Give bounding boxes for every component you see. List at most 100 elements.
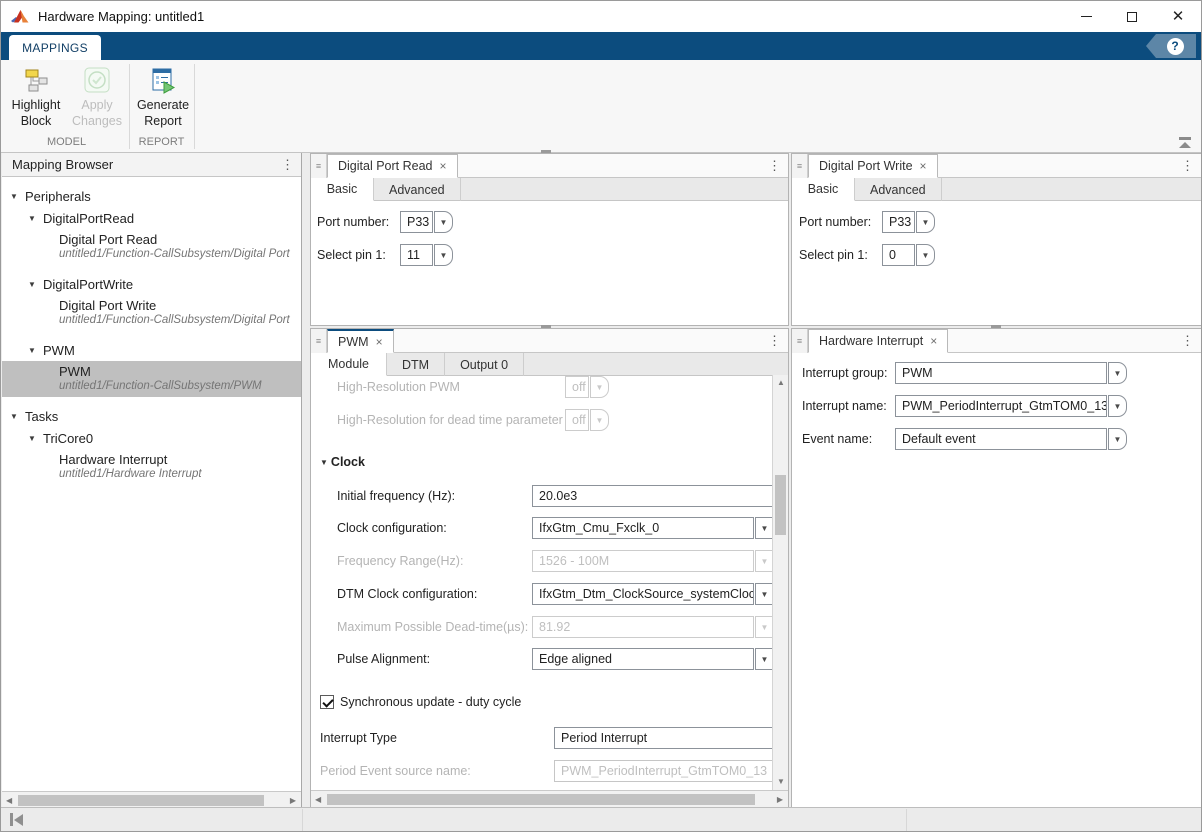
tree-node-tasks[interactable]: ▼Tasks bbox=[2, 405, 301, 427]
splitter-handle[interactable] bbox=[541, 325, 551, 328]
expander-icon[interactable]: ▼ bbox=[28, 346, 37, 355]
hr-pwm-dropdown: off ▼ bbox=[565, 376, 609, 398]
highlight-block-button[interactable]: Highlight Block bbox=[7, 63, 65, 135]
status-divider bbox=[302, 809, 303, 831]
select-pin-dropdown[interactable]: 0 ▼ bbox=[882, 244, 935, 266]
drag-handle-icon[interactable]: ≡ bbox=[311, 329, 327, 353]
group-label-report: REPORT bbox=[129, 136, 194, 148]
scroll-right-icon[interactable]: ▶ bbox=[777, 796, 783, 804]
tab-pwm[interactable]: PWM × bbox=[327, 329, 394, 353]
tab-close-icon[interactable]: × bbox=[440, 159, 447, 173]
tree-node-digitalportwrite[interactable]: ▼DigitalPortWrite bbox=[2, 273, 301, 295]
tab-mappings[interactable]: MAPPINGS bbox=[9, 35, 101, 60]
scroll-up-icon[interactable]: ▲ bbox=[777, 379, 785, 387]
event-name-dropdown[interactable]: Default event ▼ bbox=[895, 428, 1127, 450]
scroll-right-icon[interactable]: ▶ bbox=[290, 797, 296, 805]
scrollbar-thumb[interactable] bbox=[18, 795, 264, 806]
dock-left-icon[interactable] bbox=[10, 813, 26, 826]
tab-digital-port-read[interactable]: Digital Port Read × bbox=[327, 154, 458, 178]
dropdown-arrow-icon[interactable]: ▼ bbox=[916, 244, 935, 266]
browser-menu-kebab-icon[interactable]: ⋮ bbox=[281, 157, 294, 173]
tree-leaf-digital-port-read[interactable]: Digital Port Read untitled1/Function-Cal… bbox=[2, 229, 301, 265]
subtab-advanced[interactable]: Advanced bbox=[374, 178, 461, 201]
panel-menu-kebab-icon[interactable]: ⋮ bbox=[1181, 158, 1194, 174]
tab-close-icon[interactable]: × bbox=[920, 159, 927, 173]
tree-leaf-label: Hardware Interrupt bbox=[59, 452, 301, 467]
maximize-button[interactable] bbox=[1109, 1, 1155, 32]
tree-leaf-hardware-interrupt[interactable]: Hardware Interrupt untitled1/Hardware In… bbox=[2, 449, 301, 485]
dropdown-arrow-icon[interactable]: ▼ bbox=[1108, 395, 1127, 417]
close-button[interactable]: ✕ bbox=[1155, 1, 1201, 32]
pwm-horizontal-scrollbar[interactable]: ◀ ▶ bbox=[311, 790, 788, 807]
section-expander-icon[interactable]: ▼ bbox=[320, 458, 328, 467]
status-bar bbox=[1, 807, 1201, 831]
panel-menu-kebab-icon[interactable]: ⋮ bbox=[768, 333, 781, 349]
splitter-handle[interactable] bbox=[541, 150, 551, 153]
tree-node-digitalportread[interactable]: ▼DigitalPortRead bbox=[2, 207, 301, 229]
panel-menu-kebab-icon[interactable]: ⋮ bbox=[768, 158, 781, 174]
tab-close-icon[interactable]: × bbox=[930, 334, 937, 348]
scroll-left-icon[interactable]: ◀ bbox=[6, 797, 12, 805]
port-number-dropdown[interactable]: P33 ▼ bbox=[882, 211, 935, 233]
sync-update-checkbox[interactable] bbox=[320, 695, 334, 709]
browser-horizontal-scrollbar[interactable]: ◀ ▶ bbox=[2, 791, 301, 808]
interrupt-type-input[interactable]: Period Interrupt bbox=[554, 727, 774, 749]
dtm-clock-configuration-dropdown[interactable]: IfxGtm_Dtm_ClockSource_systemClock ▼ bbox=[532, 583, 774, 605]
tree-leaf-pwm-selected[interactable]: PWM untitled1/Function-CallSubsystem/PWM bbox=[2, 361, 301, 397]
toolbar-separator bbox=[194, 64, 195, 149]
scroll-left-icon[interactable]: ◀ bbox=[315, 796, 321, 804]
dropdown-arrow-icon[interactable]: ▼ bbox=[916, 211, 935, 233]
clock-configuration-dropdown[interactable]: IfxGtm_Cmu_Fxclk_0 ▼ bbox=[532, 517, 774, 539]
subtab-module[interactable]: Module bbox=[311, 353, 387, 376]
scrollbar-thumb[interactable] bbox=[327, 794, 755, 805]
tree-leaf-digital-port-write[interactable]: Digital Port Write untitled1/Function-Ca… bbox=[2, 295, 301, 331]
expander-icon[interactable]: ▼ bbox=[28, 434, 37, 443]
period-event-source-input: PWM_PeriodInterrupt_GtmTOM0_13 bbox=[554, 760, 774, 782]
subtab-dtm[interactable]: DTM bbox=[387, 353, 445, 376]
subtab-advanced[interactable]: Advanced bbox=[855, 178, 942, 201]
port-number-dropdown[interactable]: P33 ▼ bbox=[400, 211, 453, 233]
subtab-output0[interactable]: Output 0 bbox=[445, 353, 524, 376]
generate-report-button[interactable]: Generate Report bbox=[134, 63, 192, 135]
minimize-icon bbox=[1081, 16, 1092, 18]
tree-node-tricore0[interactable]: ▼TriCore0 bbox=[2, 427, 301, 449]
expander-icon[interactable]: ▼ bbox=[10, 192, 19, 201]
hr-deadtime-dropdown: off ▼ bbox=[565, 409, 609, 431]
tab-label: Hardware Interrupt bbox=[819, 334, 923, 348]
pwm-vertical-scrollbar[interactable]: ▲ ▼ bbox=[772, 375, 788, 790]
drag-handle-icon[interactable]: ≡ bbox=[792, 329, 808, 353]
field-label: High-Resolution PWM bbox=[337, 380, 565, 394]
tab-hardware-interrupt[interactable]: Hardware Interrupt × bbox=[808, 329, 948, 353]
dropdown-arrow-icon[interactable]: ▼ bbox=[1108, 428, 1127, 450]
scrollbar-thumb[interactable] bbox=[775, 475, 786, 535]
tab-digital-port-write[interactable]: Digital Port Write × bbox=[808, 154, 938, 178]
dropdown-arrow-icon[interactable]: ▼ bbox=[434, 211, 453, 233]
expander-icon[interactable]: ▼ bbox=[28, 214, 37, 223]
interrupt-name-row: Interrupt name: PWM_PeriodInterrupt_GtmT… bbox=[802, 395, 1127, 417]
collapse-ribbon-button[interactable] bbox=[1177, 136, 1193, 150]
maximize-icon bbox=[1127, 12, 1137, 22]
tree-node-pwm[interactable]: ▼PWM bbox=[2, 339, 301, 361]
interrupt-group-dropdown[interactable]: PWM ▼ bbox=[895, 362, 1127, 384]
expander-icon[interactable]: ▼ bbox=[28, 280, 37, 289]
scroll-down-icon[interactable]: ▼ bbox=[777, 778, 785, 786]
drag-handle-icon[interactable]: ≡ bbox=[792, 154, 808, 178]
expander-icon[interactable]: ▼ bbox=[10, 412, 19, 421]
dropdown-arrow-icon[interactable]: ▼ bbox=[1108, 362, 1127, 384]
initial-frequency-input[interactable]: 20.0e3 bbox=[532, 485, 774, 507]
minimize-button[interactable] bbox=[1063, 1, 1109, 32]
dropdown-arrow-icon[interactable]: ▼ bbox=[434, 244, 453, 266]
drag-handle-icon[interactable]: ≡ bbox=[311, 154, 327, 178]
help-button[interactable]: ? bbox=[1146, 34, 1196, 58]
panel-menu-kebab-icon[interactable]: ⋮ bbox=[1181, 333, 1194, 349]
tree-node-peripherals[interactable]: ▼Peripherals bbox=[2, 185, 301, 207]
select-pin-dropdown[interactable]: 11 ▼ bbox=[400, 244, 453, 266]
interrupt-name-dropdown[interactable]: PWM_PeriodInterrupt_GtmTOM0_13 ▼ bbox=[895, 395, 1127, 417]
subtab-basic[interactable]: Basic bbox=[792, 178, 855, 201]
tab-close-icon[interactable]: × bbox=[376, 335, 383, 349]
splitter-handle[interactable] bbox=[991, 325, 1001, 328]
subtab-basic[interactable]: Basic bbox=[311, 178, 374, 201]
hw-interrupt-tabbar: ≡ Hardware Interrupt × ⋮ bbox=[792, 329, 1201, 353]
pulse-alignment-dropdown[interactable]: Edge aligned ▼ bbox=[532, 648, 774, 670]
clock-section-header[interactable]: ▼ Clock bbox=[320, 455, 365, 469]
